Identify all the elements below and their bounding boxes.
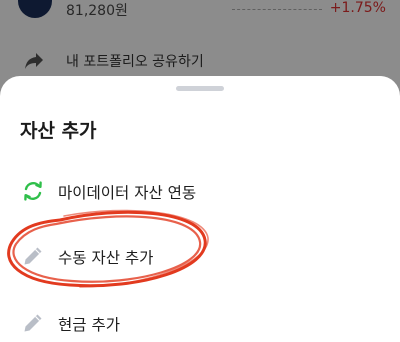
manual-asset-add-label: 수동 자산 추가 — [58, 249, 154, 267]
pencil-icon — [24, 247, 42, 265]
sheet-title: 자산 추가 — [20, 120, 97, 142]
manual-asset-add-button[interactable]: 수동 자산 추가 — [0, 233, 400, 279]
cash-add-button[interactable]: 현금 추가 — [0, 300, 400, 342]
add-asset-sheet: 자산 추가 마이데이터 자산 연동 수동 자산 추가 현금 추가 — [0, 76, 400, 342]
sync-icon — [24, 181, 42, 201]
mydata-link-button[interactable]: 마이데이터 자산 연동 — [0, 168, 400, 214]
pencil-icon — [24, 314, 42, 332]
mydata-link-label: 마이데이터 자산 연동 — [58, 184, 197, 202]
sheet-drag-handle[interactable] — [176, 86, 224, 91]
cash-add-label: 현금 추가 — [58, 316, 120, 334]
